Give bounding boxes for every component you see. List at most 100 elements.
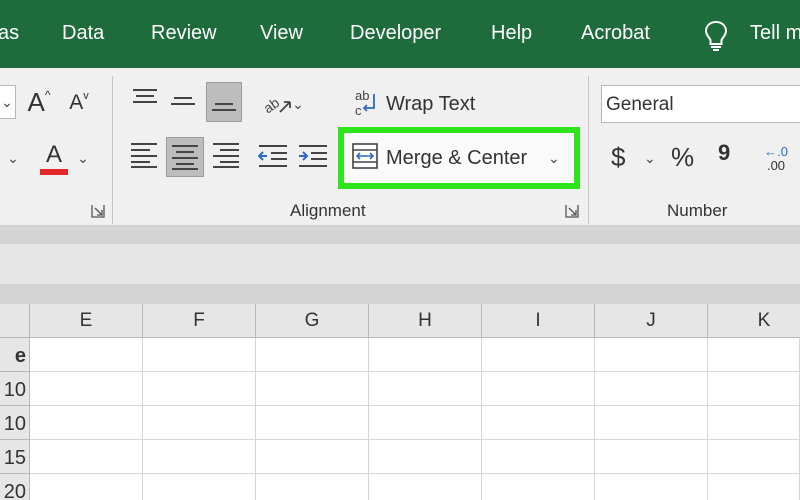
table-row: 20 <box>0 474 800 500</box>
merge-cells-icon <box>352 143 378 169</box>
cell[interactable] <box>369 338 482 372</box>
cell[interactable] <box>256 372 369 406</box>
tab-formulas[interactable]: as <box>0 22 19 45</box>
tab-help[interactable]: Help <box>491 22 532 45</box>
percent-style-button[interactable]: % <box>671 142 694 173</box>
cell[interactable] <box>708 440 800 474</box>
cell[interactable] <box>482 474 595 500</box>
wrap-text-icon[interactable]: ab c <box>354 88 380 118</box>
cell[interactable] <box>30 372 143 406</box>
font-size-dropdown[interactable]: ⌄ <box>0 85 16 119</box>
row-header[interactable]: 10 <box>0 372 30 406</box>
column-header-h[interactable]: H <box>369 304 482 338</box>
alignment-dialog-launcher-icon[interactable] <box>565 204 579 218</box>
fill-color-dropdown[interactable]: ⌄ <box>6 148 20 168</box>
svg-text:ab: ab <box>355 88 369 103</box>
cell[interactable] <box>30 406 143 440</box>
currency-format-button[interactable]: $ <box>611 142 625 173</box>
decrease-font-icon: A <box>69 91 84 114</box>
cell[interactable] <box>30 440 143 474</box>
cell[interactable] <box>369 406 482 440</box>
column-header-e[interactable]: E <box>30 304 143 338</box>
menu-bar: as Data Review View Developer Help Acrob… <box>0 0 800 68</box>
tab-view[interactable]: View <box>260 22 303 45</box>
row-header-label: 20 <box>3 481 26 500</box>
cell[interactable] <box>595 372 708 406</box>
tab-data[interactable]: Data <box>62 22 104 45</box>
cell[interactable] <box>482 406 595 440</box>
align-center-icon <box>172 145 198 170</box>
cell[interactable] <box>595 474 708 500</box>
cell[interactable] <box>369 474 482 500</box>
increase-font-size-button[interactable]: A ^ <box>24 86 54 118</box>
cell[interactable] <box>482 440 595 474</box>
cell[interactable] <box>595 338 708 372</box>
cell[interactable] <box>708 474 800 500</box>
cell[interactable] <box>256 474 369 500</box>
increase-decimal-button[interactable]: ←.0 .00 <box>758 142 794 176</box>
wrap-text-button[interactable]: Wrap Text <box>386 93 475 116</box>
cell[interactable] <box>595 406 708 440</box>
number-group-label: Number <box>667 201 728 220</box>
cell[interactable] <box>595 440 708 474</box>
align-left-icon[interactable] <box>130 142 158 168</box>
column-header-i[interactable]: I <box>482 304 595 338</box>
cell[interactable] <box>30 338 143 372</box>
cell[interactable] <box>708 372 800 406</box>
decrease-font-size-button[interactable]: Av <box>64 88 94 118</box>
top-align-icon[interactable] <box>132 88 158 110</box>
cell[interactable] <box>369 440 482 474</box>
select-all-corner[interactable] <box>0 304 30 338</box>
cell[interactable] <box>708 338 800 372</box>
cell[interactable] <box>482 338 595 372</box>
bottom-align-button[interactable] <box>206 82 242 122</box>
column-header-g[interactable]: G <box>256 304 369 338</box>
cell[interactable] <box>143 338 256 372</box>
row-header[interactable]: e <box>0 338 30 372</box>
svg-text:c: c <box>355 103 362 118</box>
row-header[interactable]: 10 <box>0 406 30 440</box>
font-color-button[interactable]: A <box>38 142 70 176</box>
cell[interactable] <box>30 474 143 500</box>
cell[interactable] <box>143 440 256 474</box>
middle-align-icon[interactable] <box>170 94 196 114</box>
number-format-dropdown[interactable]: General <box>601 85 800 123</box>
orientation-button[interactable]: ab ⌄ <box>258 90 308 118</box>
font-dialog-launcher-icon[interactable] <box>91 204 105 218</box>
align-center-button[interactable] <box>166 137 204 177</box>
comma-style-button[interactable]: 9 <box>718 140 730 166</box>
decrease-indent-icon[interactable] <box>258 144 288 168</box>
orientation-icon: ab <box>262 94 292 116</box>
tab-developer[interactable]: Developer <box>350 22 441 45</box>
cell[interactable] <box>143 372 256 406</box>
font-color-dropdown[interactable]: ⌄ <box>76 148 90 168</box>
group-separator <box>112 76 113 224</box>
column-header-j[interactable]: J <box>595 304 708 338</box>
merge-center-label[interactable]: Merge & Center <box>386 147 527 170</box>
increase-indent-icon[interactable] <box>298 144 328 168</box>
number-format-value: General <box>606 94 674 115</box>
cell[interactable] <box>143 474 256 500</box>
chevron-down-icon[interactable]: ⌄ <box>644 150 656 167</box>
chevron-down-icon[interactable]: ⌄ <box>548 150 560 167</box>
row-header[interactable]: 20 <box>0 474 30 500</box>
alignment-group-label: Alignment <box>290 201 366 220</box>
tell-me-search[interactable]: Tell m <box>750 22 800 45</box>
tab-acrobat[interactable]: Acrobat <box>581 22 650 45</box>
formula-bar[interactable] <box>0 244 800 284</box>
column-header-f[interactable]: F <box>143 304 256 338</box>
tab-review[interactable]: Review <box>151 22 217 45</box>
cell[interactable] <box>256 440 369 474</box>
cell[interactable] <box>369 372 482 406</box>
cell[interactable] <box>256 338 369 372</box>
align-right-icon[interactable] <box>212 142 240 168</box>
lightbulb-icon[interactable] <box>704 20 728 52</box>
cell[interactable] <box>256 406 369 440</box>
font-color-swatch <box>40 169 68 175</box>
column-header-k[interactable]: K <box>708 304 800 338</box>
row-header[interactable]: 15 <box>0 440 30 474</box>
cell[interactable] <box>708 406 800 440</box>
cell[interactable] <box>482 372 595 406</box>
cell[interactable] <box>143 406 256 440</box>
chevron-down-icon: ⌄ <box>7 149 19 166</box>
